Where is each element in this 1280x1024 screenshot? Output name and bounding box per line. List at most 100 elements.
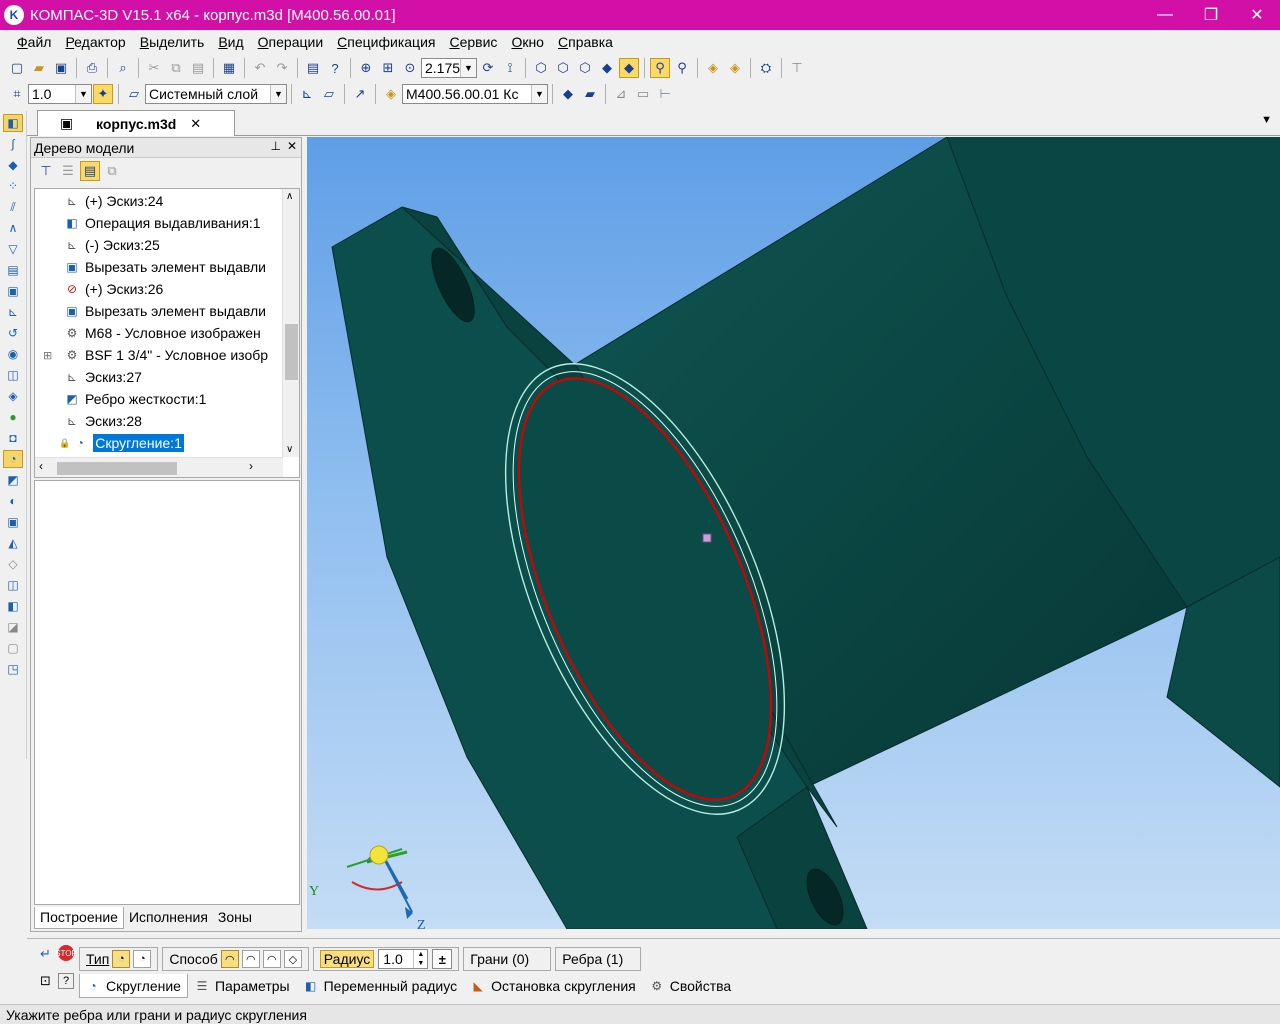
plane-icon[interactable]: ▱ xyxy=(319,84,339,104)
step-combo[interactable]: 1.0 ▼ xyxy=(28,84,92,104)
tree-vertical-scrollbar[interactable]: ∧ ∨ xyxy=(282,189,299,457)
grid-step-icon[interactable]: ⌗ xyxy=(7,84,27,104)
radius-spinner[interactable]: ▲ ▼ xyxy=(413,950,427,968)
tree-item[interactable]: ⊞ ⚙ BSF 1 3/4" - Условное изобр xyxy=(35,344,275,366)
save-icon[interactable]: ▣ xyxy=(51,58,71,78)
sphere-icon[interactable]: ● xyxy=(3,408,23,426)
method-conic-icon[interactable]: ◠ xyxy=(241,950,260,968)
tree-view-icon[interactable]: ☰ xyxy=(58,161,78,181)
tabs-dropdown-icon[interactable]: ▼ xyxy=(1261,114,1272,126)
tree-item[interactable]: ◧ Операция выдавливания:1 xyxy=(35,212,275,234)
hole-icon[interactable]: ◐ xyxy=(3,492,23,510)
method-circular-icon[interactable]: ◠ xyxy=(220,950,239,968)
spline-icon[interactable]: ∫ xyxy=(3,135,23,153)
radius-input[interactable]: 1.0 ▲ ▼ xyxy=(378,949,429,969)
tree-item[interactable]: ⚙ M68 - Условное изображен xyxy=(35,322,275,344)
angle-icon[interactable]: ∧ xyxy=(3,219,23,237)
tree-structure-icon[interactable]: ⊤ xyxy=(36,161,56,181)
help-icon[interactable]: ? xyxy=(58,973,74,989)
cut-op-icon[interactable]: ◘ xyxy=(3,429,23,447)
redo-icon[interactable]: ↷ xyxy=(272,58,292,78)
shaded-icon[interactable]: ◆ xyxy=(597,58,617,78)
sheet-icon[interactable]: ▣ xyxy=(3,282,23,300)
mirror-icon[interactable]: ◫ xyxy=(3,576,23,594)
model-render[interactable]: Y Z xyxy=(307,137,1280,929)
tree-item[interactable]: ▣ Вырезать элемент выдавли xyxy=(35,300,275,322)
model-tree-list[interactable]: ⊾ (+) Эскиз:24 ◧ Операция выдавливания:1 ⊾ (-… xyxy=(34,188,300,478)
scroll-left-icon[interactable]: ‹ xyxy=(39,459,43,473)
menu-service[interactable]: Сервис xyxy=(442,34,504,50)
pin-icon[interactable]: ⊥ xyxy=(271,139,281,153)
lock-icon[interactable]: ▢ xyxy=(3,639,23,657)
tab-fillet-stop[interactable]: ◣ Остановка скругления xyxy=(464,974,643,998)
create-object-icon[interactable]: ↵ xyxy=(40,946,51,962)
tree-item[interactable]: ▣ Вырезать элемент выдавли xyxy=(35,256,275,278)
document-tab-close-button[interactable]: ✕ xyxy=(190,116,201,132)
new-document-icon[interactable]: ▢ xyxy=(7,58,27,78)
selection-filter-icon[interactable]: ⚲ xyxy=(672,58,692,78)
tree-vscroll-thumb[interactable] xyxy=(285,324,298,380)
menu-operations[interactable]: Операции xyxy=(251,34,331,50)
menu-editor[interactable]: Редактор xyxy=(58,34,132,50)
tab-executions[interactable]: Исполнения xyxy=(124,907,213,929)
scroll-right-icon[interactable]: › xyxy=(249,459,253,473)
document-tab[interactable]: ▣ корпус.m3d ✕ xyxy=(37,110,235,136)
tab-properties[interactable]: ⚙ Свойства xyxy=(643,974,738,998)
tab-variable-radius[interactable]: ◧ Переменный радиус xyxy=(297,974,464,998)
tree-item[interactable]: ⊾ Эскиз:28 xyxy=(35,410,275,432)
orientation-icon[interactable]: ⟟ xyxy=(500,58,520,78)
rotate-op-icon[interactable]: ◉ xyxy=(3,345,23,363)
local-cs-icon[interactable]: ⊾ xyxy=(297,84,317,104)
zoom-all-icon[interactable]: ⊞ xyxy=(378,58,398,78)
tree-hscroll-thumb[interactable] xyxy=(57,462,177,475)
cut-icon[interactable]: ✂ xyxy=(144,58,164,78)
variables-tool-icon[interactable]: ◳ xyxy=(3,660,23,678)
library-icon[interactable]: ⛭ xyxy=(756,58,776,78)
tree-horizontal-scrollbar[interactable]: ‹ › xyxy=(35,457,283,477)
designation-combo[interactable]: M400.56.00.01 Кс ▼ xyxy=(402,84,548,104)
array-icon[interactable]: ◈ xyxy=(3,387,23,405)
extrude-op-icon[interactable]: ◫ xyxy=(3,366,23,384)
hidden-lines-icon[interactable]: ⬡ xyxy=(553,58,573,78)
hidden-thin-icon[interactable]: ⬡ xyxy=(575,58,595,78)
method-extra-icon[interactable]: ◇ xyxy=(283,950,302,968)
fillet-type-chord-icon[interactable]: ◔ xyxy=(133,950,152,968)
measure-tool-icon[interactable]: ⊾ xyxy=(3,303,23,321)
chamfer-icon[interactable]: ◩ xyxy=(3,471,23,489)
tree-item[interactable]: 🔒 ◔ Скругление:1 xyxy=(35,432,275,454)
split-icon[interactable]: ◧ xyxy=(3,597,23,615)
zoom-scale-icon[interactable]: ⊙ xyxy=(400,58,420,78)
print-icon[interactable]: ⎙ xyxy=(82,58,102,78)
tree-item[interactable]: ⊘ (+) Эскиз:26 xyxy=(35,278,275,300)
dimension-icon[interactable]: ⊢ xyxy=(655,84,675,104)
close-button[interactable]: ✕ xyxy=(1234,0,1280,30)
part-icon[interactable]: ◈ xyxy=(703,58,723,78)
method-curve-icon[interactable]: ◠ xyxy=(262,950,281,968)
edit-part-icon[interactable]: ◧ xyxy=(3,114,23,132)
scroll-down-icon[interactable]: ∨ xyxy=(286,444,293,455)
material-icon[interactable]: ◆ xyxy=(558,84,578,104)
stop-icon[interactable]: STOP xyxy=(55,945,77,961)
faces-button[interactable]: Грани (0) xyxy=(463,947,552,971)
properties-list-icon[interactable]: ▦ xyxy=(219,58,239,78)
menu-select[interactable]: Выделить xyxy=(133,34,212,50)
tab-zones[interactable]: Зоны xyxy=(213,907,257,929)
tree-item[interactable]: ⊾ (-) Эскиз:25 xyxy=(35,234,275,256)
draft-icon[interactable]: ◭ xyxy=(3,534,23,552)
plus-minus-button[interactable]: ± xyxy=(432,949,453,969)
tree-copy-icon[interactable]: ⧉ xyxy=(102,161,122,181)
help-cursor-icon[interactable]: ? xyxy=(325,58,345,78)
menu-view[interactable]: Вид xyxy=(211,34,250,50)
shell-icon[interactable]: ▣ xyxy=(3,513,23,531)
expand-icon[interactable]: ⊞ xyxy=(43,349,52,362)
filter-select-icon[interactable]: ▽ xyxy=(3,240,23,258)
section-icon[interactable]: ▭ xyxy=(633,84,653,104)
component-icon[interactable]: ◈ xyxy=(725,58,745,78)
tree-display-icon[interactable]: ▤ xyxy=(80,161,100,181)
expand-panel-icon[interactable]: ⊡ xyxy=(40,973,51,989)
tree-item[interactable]: ⊾ (+) Эскиз:24 xyxy=(35,190,275,212)
tab-parameters[interactable]: ☰ Параметры xyxy=(188,974,297,998)
menu-help[interactable]: Справка xyxy=(551,34,620,50)
snap-icon[interactable]: ✦ xyxy=(93,84,113,104)
menu-file[interactable]: Файл xyxy=(10,34,58,50)
